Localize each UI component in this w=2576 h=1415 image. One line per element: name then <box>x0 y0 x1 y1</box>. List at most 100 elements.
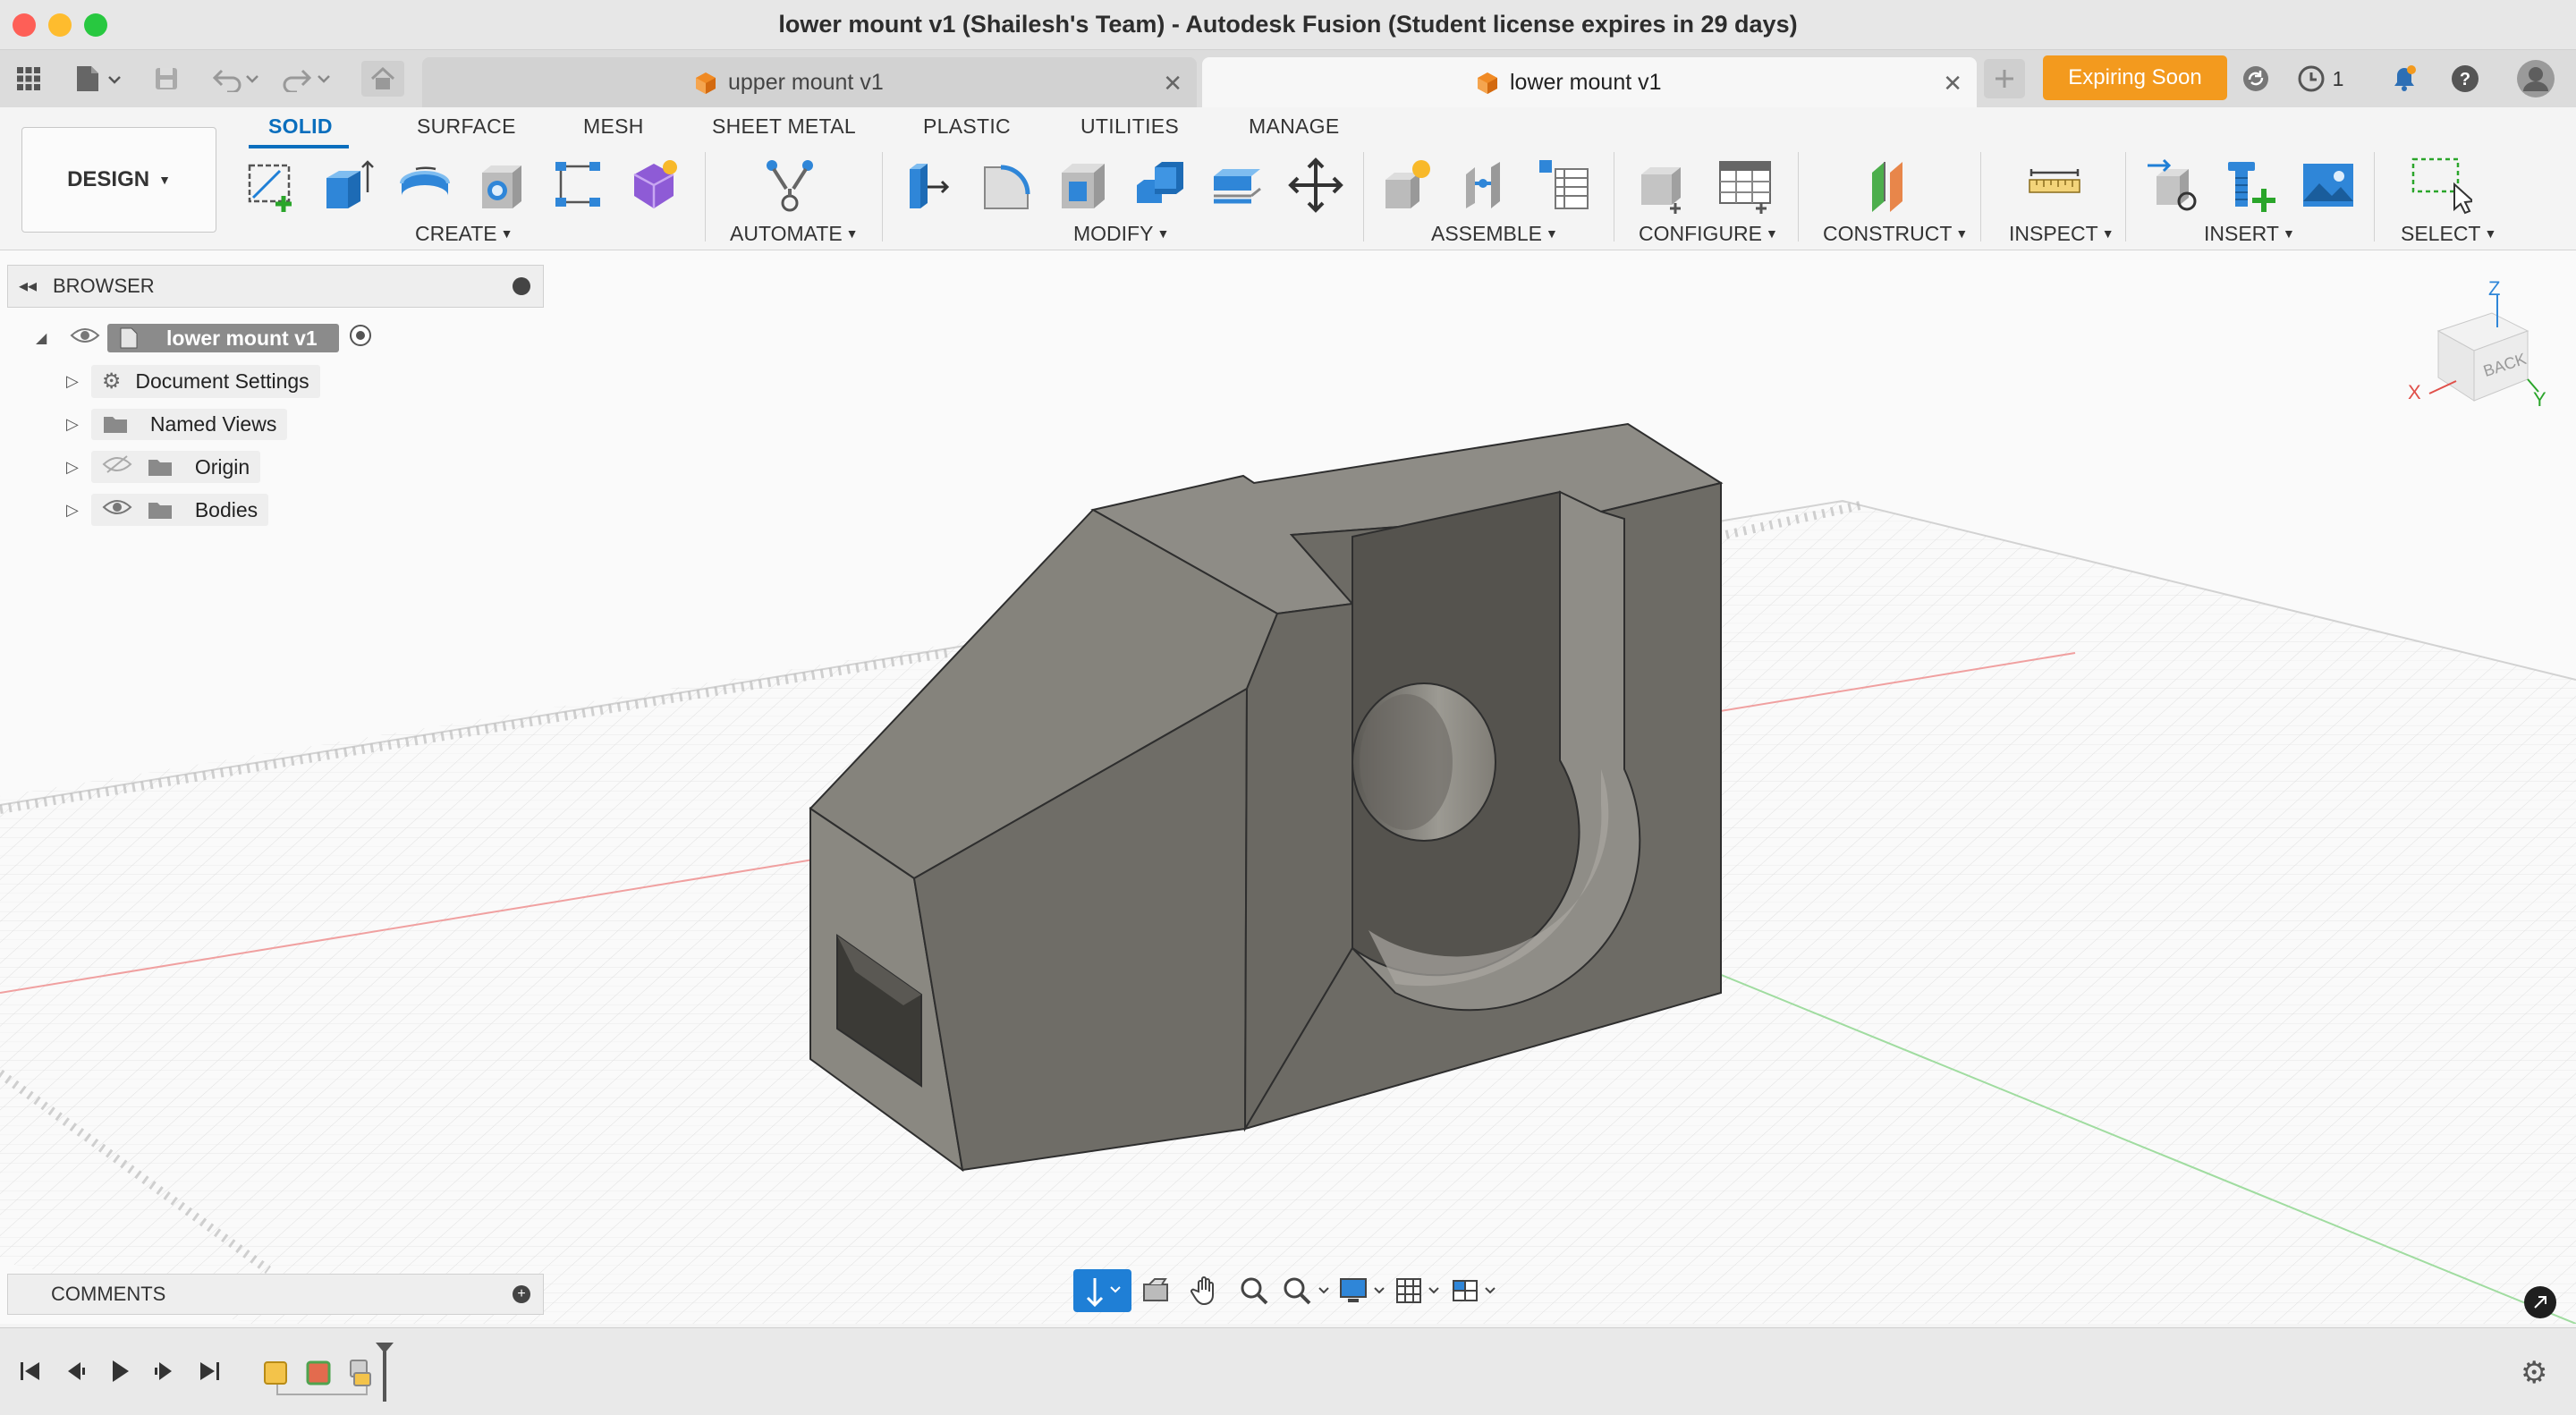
viewports-icon[interactable] <box>1446 1269 1503 1312</box>
close-tab-icon[interactable]: ✕ <box>1943 70 1962 97</box>
browser-root-node[interactable]: ◢ lower mount v1 <box>36 320 373 356</box>
collapse-arrow-icon[interactable]: ◢ <box>36 329 57 347</box>
extrude-icon[interactable] <box>317 154 379 216</box>
tree-chip[interactable]: ⚙ Document Settings <box>90 364 320 398</box>
bill-of-materials-icon[interactable] <box>1533 154 1596 216</box>
insert-menu[interactable]: INSERT ▼ <box>2204 222 2295 246</box>
browser-item-bodies[interactable]: ▷ Bodies <box>66 492 269 528</box>
eye-icon[interactable] <box>70 326 100 351</box>
expand-arrow-icon[interactable]: ▷ <box>66 501 79 520</box>
look-at-icon[interactable] <box>1131 1269 1181 1312</box>
expand-arrow-icon[interactable]: ▷ <box>66 458 79 477</box>
comments-panel-header[interactable]: COMMENTS + <box>7 1274 544 1315</box>
bell-icon[interactable] <box>2386 64 2422 93</box>
file-icon[interactable] <box>72 64 125 93</box>
measure-icon[interactable] <box>2023 154 2086 216</box>
go-to-end-icon[interactable] <box>191 1353 227 1389</box>
eye-hidden-icon[interactable] <box>102 454 132 479</box>
hole-icon[interactable] <box>470 154 533 216</box>
insert-canvas-icon[interactable] <box>2297 154 2360 216</box>
tab-lower-mount[interactable]: lower mount v1 ✕ <box>1202 57 1977 107</box>
timeline-features[interactable] <box>258 1350 392 1400</box>
tree-chip[interactable]: Bodies <box>90 494 269 526</box>
offset-face-icon[interactable] <box>1206 154 1268 216</box>
tree-chip[interactable]: Named Views <box>90 408 288 440</box>
select-menu[interactable]: SELECT ▼ <box>2401 222 2496 246</box>
close-tab-icon[interactable]: ✕ <box>1163 70 1182 97</box>
create-sketch-icon[interactable] <box>242 154 304 216</box>
eye-icon[interactable] <box>102 497 132 522</box>
tab-plastic[interactable]: PLASTIC <box>923 114 1011 139</box>
configure-icon[interactable] <box>1633 154 1696 216</box>
select-box-icon[interactable] <box>2410 154 2472 216</box>
modify-menu[interactable]: MODIFY ▼ <box>1073 222 1169 246</box>
tab-upper-mount[interactable]: upper mount v1 ✕ <box>422 57 1197 107</box>
undo-icon[interactable] <box>208 64 265 93</box>
workspace-switcher[interactable]: DESIGN ▼ <box>21 127 216 233</box>
inspect-menu[interactable]: INSPECT ▼ <box>2009 222 2114 246</box>
job-status[interactable]: 1 <box>2290 64 2351 93</box>
revolve-icon[interactable] <box>394 154 456 216</box>
grid-settings-icon[interactable] <box>1391 1269 1447 1312</box>
sync-icon[interactable] <box>2238 64 2274 93</box>
browser-item-origin[interactable]: ▷ Origin <box>66 449 261 485</box>
add-comment-icon[interactable]: + <box>513 1285 530 1303</box>
pattern-icon[interactable] <box>547 154 610 216</box>
expand-corner-icon[interactable] <box>2524 1286 2556 1318</box>
tree-chip[interactable]: Origin <box>90 451 261 483</box>
step-back-icon[interactable] <box>57 1353 93 1389</box>
fit-icon[interactable] <box>1278 1269 1335 1312</box>
tab-utilities[interactable]: UTILITIES <box>1080 114 1179 139</box>
shell-icon[interactable] <box>1052 154 1114 216</box>
zoom-icon[interactable] <box>1229 1269 1278 1312</box>
redo-icon[interactable] <box>279 64 336 93</box>
move-icon[interactable] <box>1284 154 1347 216</box>
construct-menu[interactable]: CONSTRUCT ▼ <box>1823 222 1968 246</box>
tab-sheet-metal[interactable]: SHEET METAL <box>712 114 856 139</box>
expand-arrow-icon[interactable]: ▷ <box>66 372 79 391</box>
insert-derive-icon[interactable] <box>2141 154 2204 216</box>
construct-plane-icon[interactable] <box>1860 154 1923 216</box>
orbit-icon[interactable] <box>1073 1269 1131 1312</box>
collapse-panel-icon[interactable]: ◂◂ <box>19 275 37 297</box>
tab-solid[interactable]: SOLID <box>268 114 333 139</box>
configure-menu[interactable]: CONFIGURE ▼ <box>1639 222 1778 246</box>
timeline-marker[interactable] <box>374 1341 395 1403</box>
grid-icon[interactable] <box>13 64 45 93</box>
avatar-icon[interactable] <box>2515 59 2556 98</box>
save-icon[interactable] <box>150 64 182 93</box>
tab-mesh[interactable]: MESH <box>583 114 644 139</box>
automate-icon[interactable] <box>758 154 821 216</box>
insert-mcmaster-icon[interactable] <box>2218 154 2281 216</box>
home-icon[interactable] <box>361 61 404 97</box>
press-pull-icon[interactable] <box>898 154 961 216</box>
play-icon[interactable] <box>102 1353 138 1389</box>
fillet-icon[interactable] <box>975 154 1038 216</box>
viewcube[interactable]: Z X Y BACK <box>2402 277 2546 429</box>
activate-radio-icon[interactable] <box>348 323 373 353</box>
root-chip[interactable]: lower mount v1 <box>107 324 339 352</box>
joint-icon[interactable] <box>1456 154 1519 216</box>
browser-panel-header[interactable]: ◂◂ BROWSER <box>7 265 544 308</box>
create-menu[interactable]: CREATE ▼ <box>415 222 513 246</box>
configuration-table-icon[interactable] <box>1714 154 1776 216</box>
pin-panel-icon[interactable] <box>513 277 530 295</box>
combine-icon[interactable] <box>1129 154 1191 216</box>
automate-menu[interactable]: AUTOMATE ▼ <box>730 222 859 246</box>
gear-icon[interactable]: ⚙ <box>2521 1355 2547 1391</box>
plus-icon[interactable] <box>1984 59 2025 98</box>
browser-item-document-settings[interactable]: ▷ ⚙ Document Settings <box>66 363 320 399</box>
display-settings-icon[interactable] <box>1335 1269 1391 1312</box>
tab-surface[interactable]: SURFACE <box>417 114 516 139</box>
new-component-icon[interactable] <box>1377 154 1440 216</box>
create-form-icon[interactable] <box>623 154 685 216</box>
pan-icon[interactable] <box>1181 1269 1230 1312</box>
design-canvas[interactable]: Z X Y BACK <box>0 250 2576 1324</box>
go-to-start-icon[interactable] <box>13 1353 48 1389</box>
step-forward-icon[interactable] <box>147 1353 182 1389</box>
expiring-soon-button[interactable]: Expiring Soon <box>2043 55 2227 100</box>
expand-arrow-icon[interactable]: ▷ <box>66 415 79 434</box>
assemble-menu[interactable]: ASSEMBLE ▼ <box>1431 222 1558 246</box>
help-icon[interactable]: ? <box>2447 64 2483 93</box>
tab-manage[interactable]: MANAGE <box>1249 114 1339 139</box>
